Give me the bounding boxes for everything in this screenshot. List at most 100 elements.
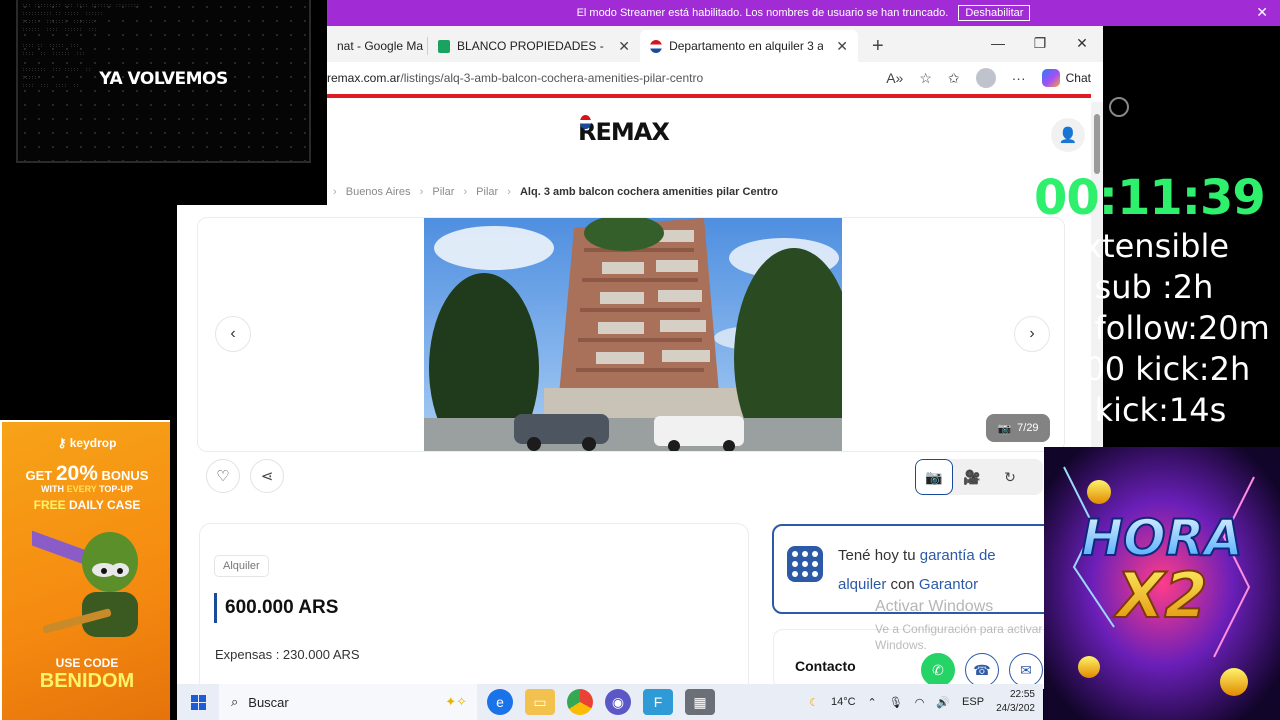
edge-app-icon[interactable]: e bbox=[487, 689, 513, 715]
breadcrumb-item[interactable]: Buenos Aires bbox=[346, 186, 411, 198]
breadcrumb-separator: › bbox=[333, 186, 337, 198]
keydrop-ad: ⚷ keydrop GET 20% BONUS WITH EVERY TOP-U… bbox=[0, 420, 170, 720]
phone-icon: ☎ bbox=[973, 661, 991, 678]
keydrop-logo: ⚷ keydrop bbox=[2, 436, 170, 450]
keydrop-with: WITH bbox=[41, 484, 65, 494]
start-button[interactable] bbox=[177, 694, 219, 710]
url-text[interactable]: remax.com.ar/listings/alq-3-amb-balcon-c… bbox=[327, 71, 886, 85]
keydrop-daily-case: DAILY CASE bbox=[69, 498, 141, 512]
tab-remax-listing[interactable]: Departamento en alquiler 3 ambie ✕ bbox=[640, 30, 858, 62]
remax-logo[interactable]: REMAX bbox=[578, 115, 670, 146]
activate-windows-watermark: Activar Windows bbox=[875, 598, 994, 615]
keydrop-percent: 20% bbox=[55, 462, 98, 485]
minimize-icon[interactable]: — bbox=[977, 35, 1019, 51]
photos-tab-camera-icon[interactable]: 📷 bbox=[915, 459, 953, 495]
microphone-icon[interactable]: 🎙 bbox=[889, 696, 903, 709]
video-tab-icon[interactable]: 🎥 bbox=[953, 459, 991, 495]
scrollbar-thumb[interactable] bbox=[1094, 114, 1100, 174]
weather-moon-icon[interactable]: ☾ bbox=[809, 696, 819, 709]
breadcrumb-separator: › bbox=[463, 186, 468, 198]
url-path: /listings/alq-3-amb-balcon-cochera-ameni… bbox=[400, 71, 704, 85]
chat-label: Chat bbox=[1065, 71, 1091, 85]
chevron-right-icon: › bbox=[1029, 325, 1035, 342]
chevron-left-icon: ‹ bbox=[230, 325, 236, 342]
whatsapp-icon: ✆ bbox=[932, 661, 944, 678]
photo-counter[interactable]: 📷 7/29 bbox=[986, 414, 1050, 442]
cam-title: YA VOLVEMOS bbox=[99, 69, 228, 89]
chevron-up-icon[interactable]: ⌃ bbox=[868, 696, 877, 709]
close-icon[interactable]: ✕ bbox=[618, 38, 630, 55]
garantor-link[interactable]: Garantor bbox=[919, 576, 978, 593]
system-tray: ☾ 14°C ⌃ 🎙 ◠ 🔊 ESP 22:55 24/3/202 bbox=[809, 684, 1035, 720]
tab-title: Departamento en alquiler 3 ambie bbox=[669, 39, 824, 53]
breadcrumb: › Buenos Aires › Pilar › Pilar › Alq. 3 … bbox=[327, 186, 778, 198]
prev-photo-button[interactable]: ‹ bbox=[215, 316, 251, 352]
keydrop-brand: keydrop bbox=[69, 436, 117, 450]
share-button[interactable]: ⋖ bbox=[250, 459, 284, 493]
breadcrumb-item[interactable]: Pilar bbox=[432, 186, 454, 198]
windows-taskbar: ⌕ Buscar ✦✧ e ▭ ◉ F ▦ ☾ 14°C ⌃ 🎙 ◠ 🔊 ESP… bbox=[177, 684, 1043, 720]
file-explorer-icon[interactable]: ▭ bbox=[525, 689, 555, 715]
tab-google-maps[interactable]: nat - Google Ma ✕ bbox=[327, 30, 427, 62]
keydrop-topup-line: WITH EVERY TOP-UP bbox=[2, 484, 170, 494]
clock[interactable]: 22:55 24/3/202 bbox=[996, 688, 1035, 716]
remax-top-bar bbox=[327, 94, 1091, 98]
favorite-star-icon[interactable]: ☆ bbox=[919, 70, 932, 87]
masked-character-illustration bbox=[32, 526, 138, 637]
copilot-chat-button[interactable]: Chat bbox=[1041, 69, 1091, 87]
camera-icon: 📷 bbox=[997, 422, 1012, 435]
favorite-button[interactable]: ♡ bbox=[206, 459, 240, 493]
restore-icon[interactable]: ❐ bbox=[1019, 35, 1061, 52]
address-bar-actions: A» ☆ ✩ ··· Chat bbox=[886, 68, 1103, 88]
tab-blanco-propiedades[interactable]: BLANCO PROPIEDADES - www.bla ✕ bbox=[428, 30, 640, 62]
url-host: remax.com.ar bbox=[327, 71, 401, 85]
rule-line: 500 kick:2h bbox=[1064, 350, 1251, 388]
profile-avatar-icon[interactable] bbox=[975, 68, 996, 88]
wifi-icon[interactable]: ◠ bbox=[915, 696, 925, 709]
next-photo-button[interactable]: › bbox=[1014, 316, 1050, 352]
garantor-text: Tené hoy tu garantía de alquiler con Gar… bbox=[838, 541, 1038, 599]
screen: ::: ::::::::: ::: :::: ::::::: :::::::: … bbox=[0, 0, 1280, 720]
close-icon[interactable]: ✕ bbox=[836, 38, 848, 55]
rule-line: extensible bbox=[1064, 227, 1230, 265]
keydrop-topup: TOP-UP bbox=[99, 484, 133, 494]
read-aloud-icon[interactable]: A» bbox=[886, 70, 903, 86]
temperature[interactable]: 14°C bbox=[831, 696, 856, 708]
activate-windows-subtext: Ve a Configuración para activar Windows. bbox=[875, 622, 1043, 652]
whatsapp-button[interactable]: ✆ bbox=[921, 653, 955, 687]
close-window-icon[interactable]: ✕ bbox=[1061, 35, 1103, 52]
favorites-icon[interactable]: ✩ bbox=[948, 70, 960, 87]
window-controls: — ❐ ✕ bbox=[977, 26, 1103, 60]
chrome-app-icon[interactable] bbox=[567, 689, 593, 715]
search-label: Buscar bbox=[248, 694, 289, 710]
breadcrumb-separator: › bbox=[507, 186, 511, 198]
more-options-icon[interactable]: ··· bbox=[1012, 70, 1026, 86]
tour-360-tab-icon[interactable]: ↻ bbox=[991, 459, 1029, 495]
streamer-message: El modo Streamer está habilitado. Los no… bbox=[576, 7, 949, 19]
sparkle-icon: ✦✧ bbox=[445, 694, 467, 709]
key-icon: ⚷ bbox=[57, 436, 67, 450]
app-f-icon[interactable]: F bbox=[643, 689, 673, 715]
discord-app-icon[interactable]: ◉ bbox=[605, 689, 631, 715]
disable-streamer-button[interactable]: Deshabilitar bbox=[958, 5, 1031, 21]
taskbar-search[interactable]: ⌕ Buscar ✦✧ bbox=[219, 684, 477, 720]
address-bar[interactable]: remax.com.ar/listings/alq-3-amb-balcon-c… bbox=[327, 62, 1103, 94]
garantor-logo-icon bbox=[787, 546, 823, 582]
price-value: 600.000 ARS bbox=[214, 593, 338, 623]
call-button[interactable]: ☎ bbox=[965, 653, 999, 687]
breadcrumb-item[interactable]: Pilar bbox=[476, 186, 498, 198]
language-indicator[interactable]: ESP bbox=[962, 696, 984, 708]
calculator-app-icon[interactable]: ▦ bbox=[685, 689, 715, 715]
property-photo[interactable] bbox=[424, 218, 842, 451]
keydrop-get: GET bbox=[25, 468, 53, 483]
new-tab-button[interactable]: + bbox=[872, 35, 884, 58]
user-account-icon[interactable]: 👤 bbox=[1051, 118, 1085, 152]
logo-text: REMAX bbox=[578, 118, 670, 146]
email-button[interactable]: ✉ bbox=[1009, 653, 1043, 687]
subathon-rules: extensible 1 sub :2h 1 follow:20m 500 ki… bbox=[1064, 226, 1270, 431]
volume-icon[interactable]: 🔊 bbox=[936, 696, 950, 709]
tab-title: BLANCO PROPIEDADES - www.bla bbox=[457, 39, 605, 53]
close-icon[interactable]: ✕ bbox=[1256, 4, 1268, 21]
stream-timer: 00:11:39 bbox=[1034, 170, 1266, 226]
breadcrumb-separator: › bbox=[419, 186, 424, 198]
